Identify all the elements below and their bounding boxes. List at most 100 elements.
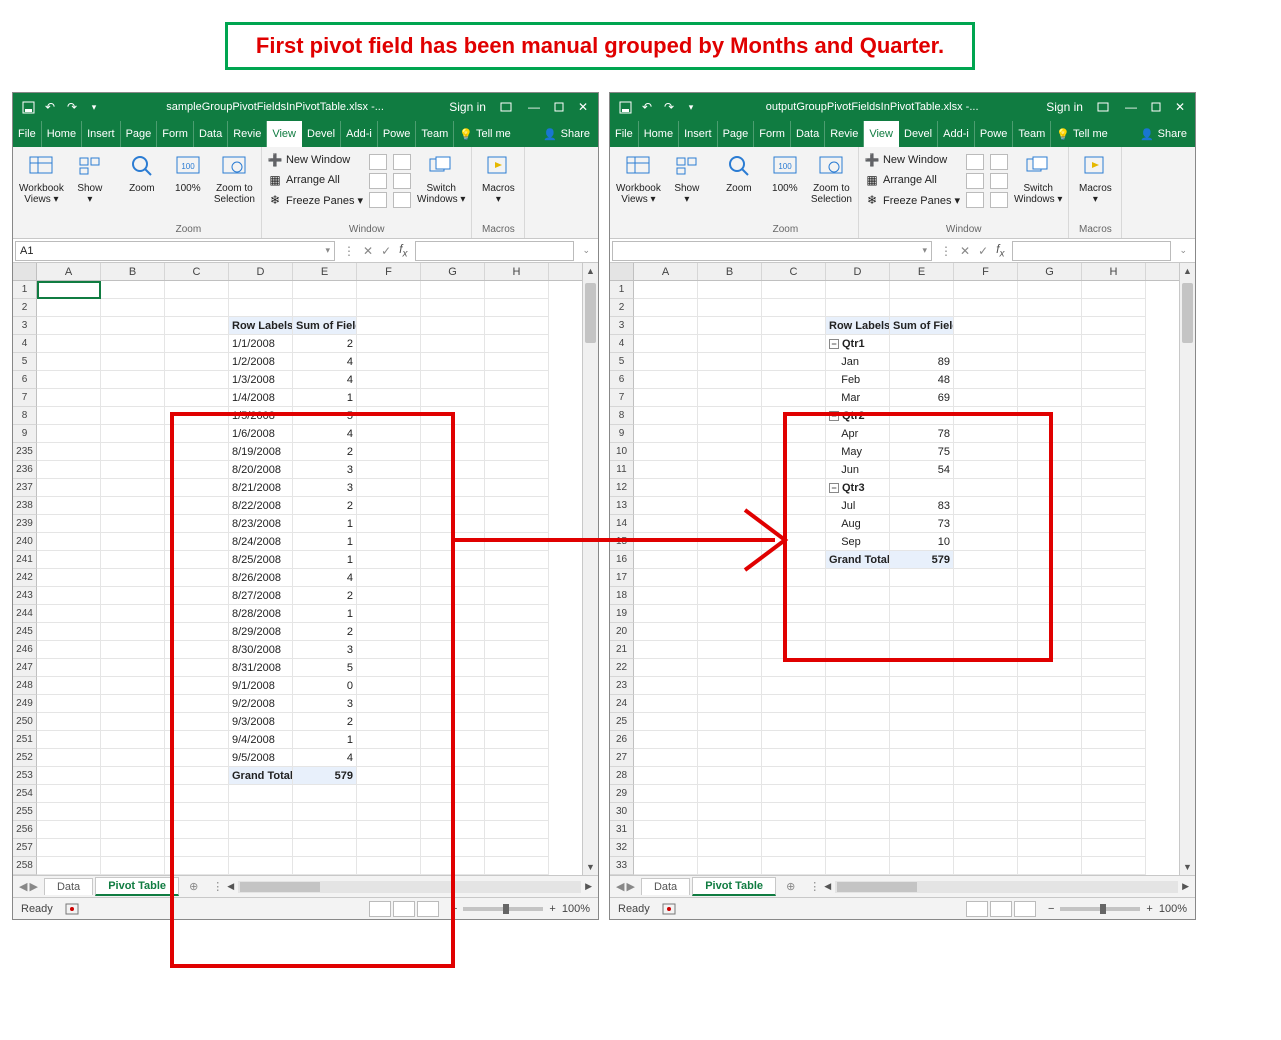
cell[interactable] <box>890 839 954 857</box>
cell[interactable] <box>165 281 229 299</box>
cell[interactable]: 5 <box>293 659 357 677</box>
cell[interactable] <box>890 821 954 839</box>
cell[interactable] <box>698 623 762 641</box>
cell[interactable] <box>229 299 293 317</box>
row-header[interactable]: 6 <box>13 371 37 389</box>
cell[interactable] <box>762 857 826 875</box>
cell[interactable] <box>634 407 698 425</box>
macro-record-icon[interactable] <box>662 903 676 915</box>
hide-button[interactable] <box>966 173 984 189</box>
cell[interactable] <box>101 605 165 623</box>
cell[interactable] <box>1082 857 1146 875</box>
row-header[interactable]: 7 <box>13 389 37 407</box>
cell[interactable] <box>826 767 890 785</box>
cell[interactable] <box>1082 461 1146 479</box>
cell[interactable] <box>357 389 421 407</box>
col-header-C[interactable]: C <box>165 263 229 280</box>
reset-pos-button[interactable] <box>393 192 411 208</box>
cell[interactable] <box>634 767 698 785</box>
horizontal-scrollbar[interactable]: ⋮◀▶ <box>803 880 1195 893</box>
cell[interactable] <box>634 443 698 461</box>
cell[interactable] <box>1082 443 1146 461</box>
cell[interactable] <box>826 839 890 857</box>
col-header-G[interactable]: G <box>1018 263 1082 280</box>
cell[interactable] <box>37 605 101 623</box>
cell[interactable] <box>357 335 421 353</box>
share-button[interactable]: 👤Share <box>535 121 598 147</box>
cell[interactable] <box>954 389 1018 407</box>
cell[interactable] <box>293 821 357 839</box>
cell[interactable] <box>101 587 165 605</box>
cell[interactable] <box>954 425 1018 443</box>
vertical-scrollbar[interactable]: ▲▼ <box>1179 263 1195 875</box>
cell[interactable] <box>37 389 101 407</box>
cell[interactable] <box>698 407 762 425</box>
row-header[interactable]: 241 <box>13 551 37 569</box>
cell[interactable] <box>954 353 1018 371</box>
collapse-icon[interactable]: − <box>829 483 839 493</box>
cell[interactable] <box>890 407 954 425</box>
cell[interactable] <box>485 695 549 713</box>
cell[interactable] <box>101 749 165 767</box>
cell[interactable] <box>293 803 357 821</box>
close-icon[interactable]: ✕ <box>578 100 588 114</box>
ribbon-tab-view[interactable]: View <box>864 121 899 147</box>
workbook-views-button[interactable]: WorkbookViews ▾ <box>19 151 64 205</box>
cell[interactable] <box>485 533 549 551</box>
cell[interactable] <box>485 767 549 785</box>
name-box[interactable]: ▾ <box>612 241 932 261</box>
cell[interactable] <box>698 767 762 785</box>
cell[interactable] <box>1018 623 1082 641</box>
cell[interactable] <box>698 353 762 371</box>
cell[interactable] <box>698 641 762 659</box>
cell[interactable] <box>954 785 1018 803</box>
normal-view-button[interactable] <box>369 901 391 917</box>
cell[interactable] <box>37 371 101 389</box>
cell[interactable]: 8/22/2008 <box>229 497 293 515</box>
scroll-thumb[interactable] <box>1182 283 1193 343</box>
tell-me[interactable]: 💡Tell me <box>1051 121 1113 147</box>
cell[interactable] <box>357 461 421 479</box>
cell[interactable]: 2 <box>293 587 357 605</box>
cell[interactable] <box>421 497 485 515</box>
cell[interactable] <box>698 281 762 299</box>
cell[interactable]: 8/31/2008 <box>229 659 293 677</box>
cell[interactable] <box>101 677 165 695</box>
col-header-F[interactable]: F <box>357 263 421 280</box>
cell[interactable] <box>1082 659 1146 677</box>
cell[interactable] <box>1082 425 1146 443</box>
cell[interactable] <box>357 641 421 659</box>
row-header[interactable]: 27 <box>610 749 634 767</box>
zoom-slider[interactable] <box>1060 907 1140 911</box>
expand-formula-icon[interactable]: ⌄ <box>582 245 590 256</box>
cell[interactable] <box>890 623 954 641</box>
cell[interactable] <box>762 317 826 335</box>
cell[interactable] <box>37 335 101 353</box>
cell[interactable] <box>357 497 421 515</box>
col-header-G[interactable]: G <box>421 263 485 280</box>
cell[interactable] <box>37 713 101 731</box>
cell[interactable] <box>37 515 101 533</box>
cell[interactable]: 8/30/2008 <box>229 641 293 659</box>
ribbon-tab-form[interactable]: Form <box>157 121 194 147</box>
cell[interactable] <box>165 623 229 641</box>
cell[interactable] <box>165 803 229 821</box>
cell[interactable] <box>762 479 826 497</box>
cell[interactable]: 9/2/2008 <box>229 695 293 713</box>
cell[interactable]: 1 <box>293 389 357 407</box>
cell[interactable] <box>826 569 890 587</box>
cell[interactable] <box>357 443 421 461</box>
cell[interactable] <box>421 677 485 695</box>
cell[interactable] <box>1082 623 1146 641</box>
cell[interactable] <box>634 677 698 695</box>
cell[interactable] <box>421 803 485 821</box>
freeze-panes-button[interactable]: ❄Freeze Panes ▾ <box>268 191 363 209</box>
cell[interactable]: 1/6/2008 <box>229 425 293 443</box>
cell[interactable] <box>485 407 549 425</box>
cell[interactable] <box>1018 353 1082 371</box>
cell[interactable] <box>1018 461 1082 479</box>
cell[interactable]: 8/21/2008 <box>229 479 293 497</box>
cell[interactable] <box>762 497 826 515</box>
cell[interactable] <box>165 371 229 389</box>
tab-nav-next-icon[interactable]: ▶ <box>626 880 634 893</box>
